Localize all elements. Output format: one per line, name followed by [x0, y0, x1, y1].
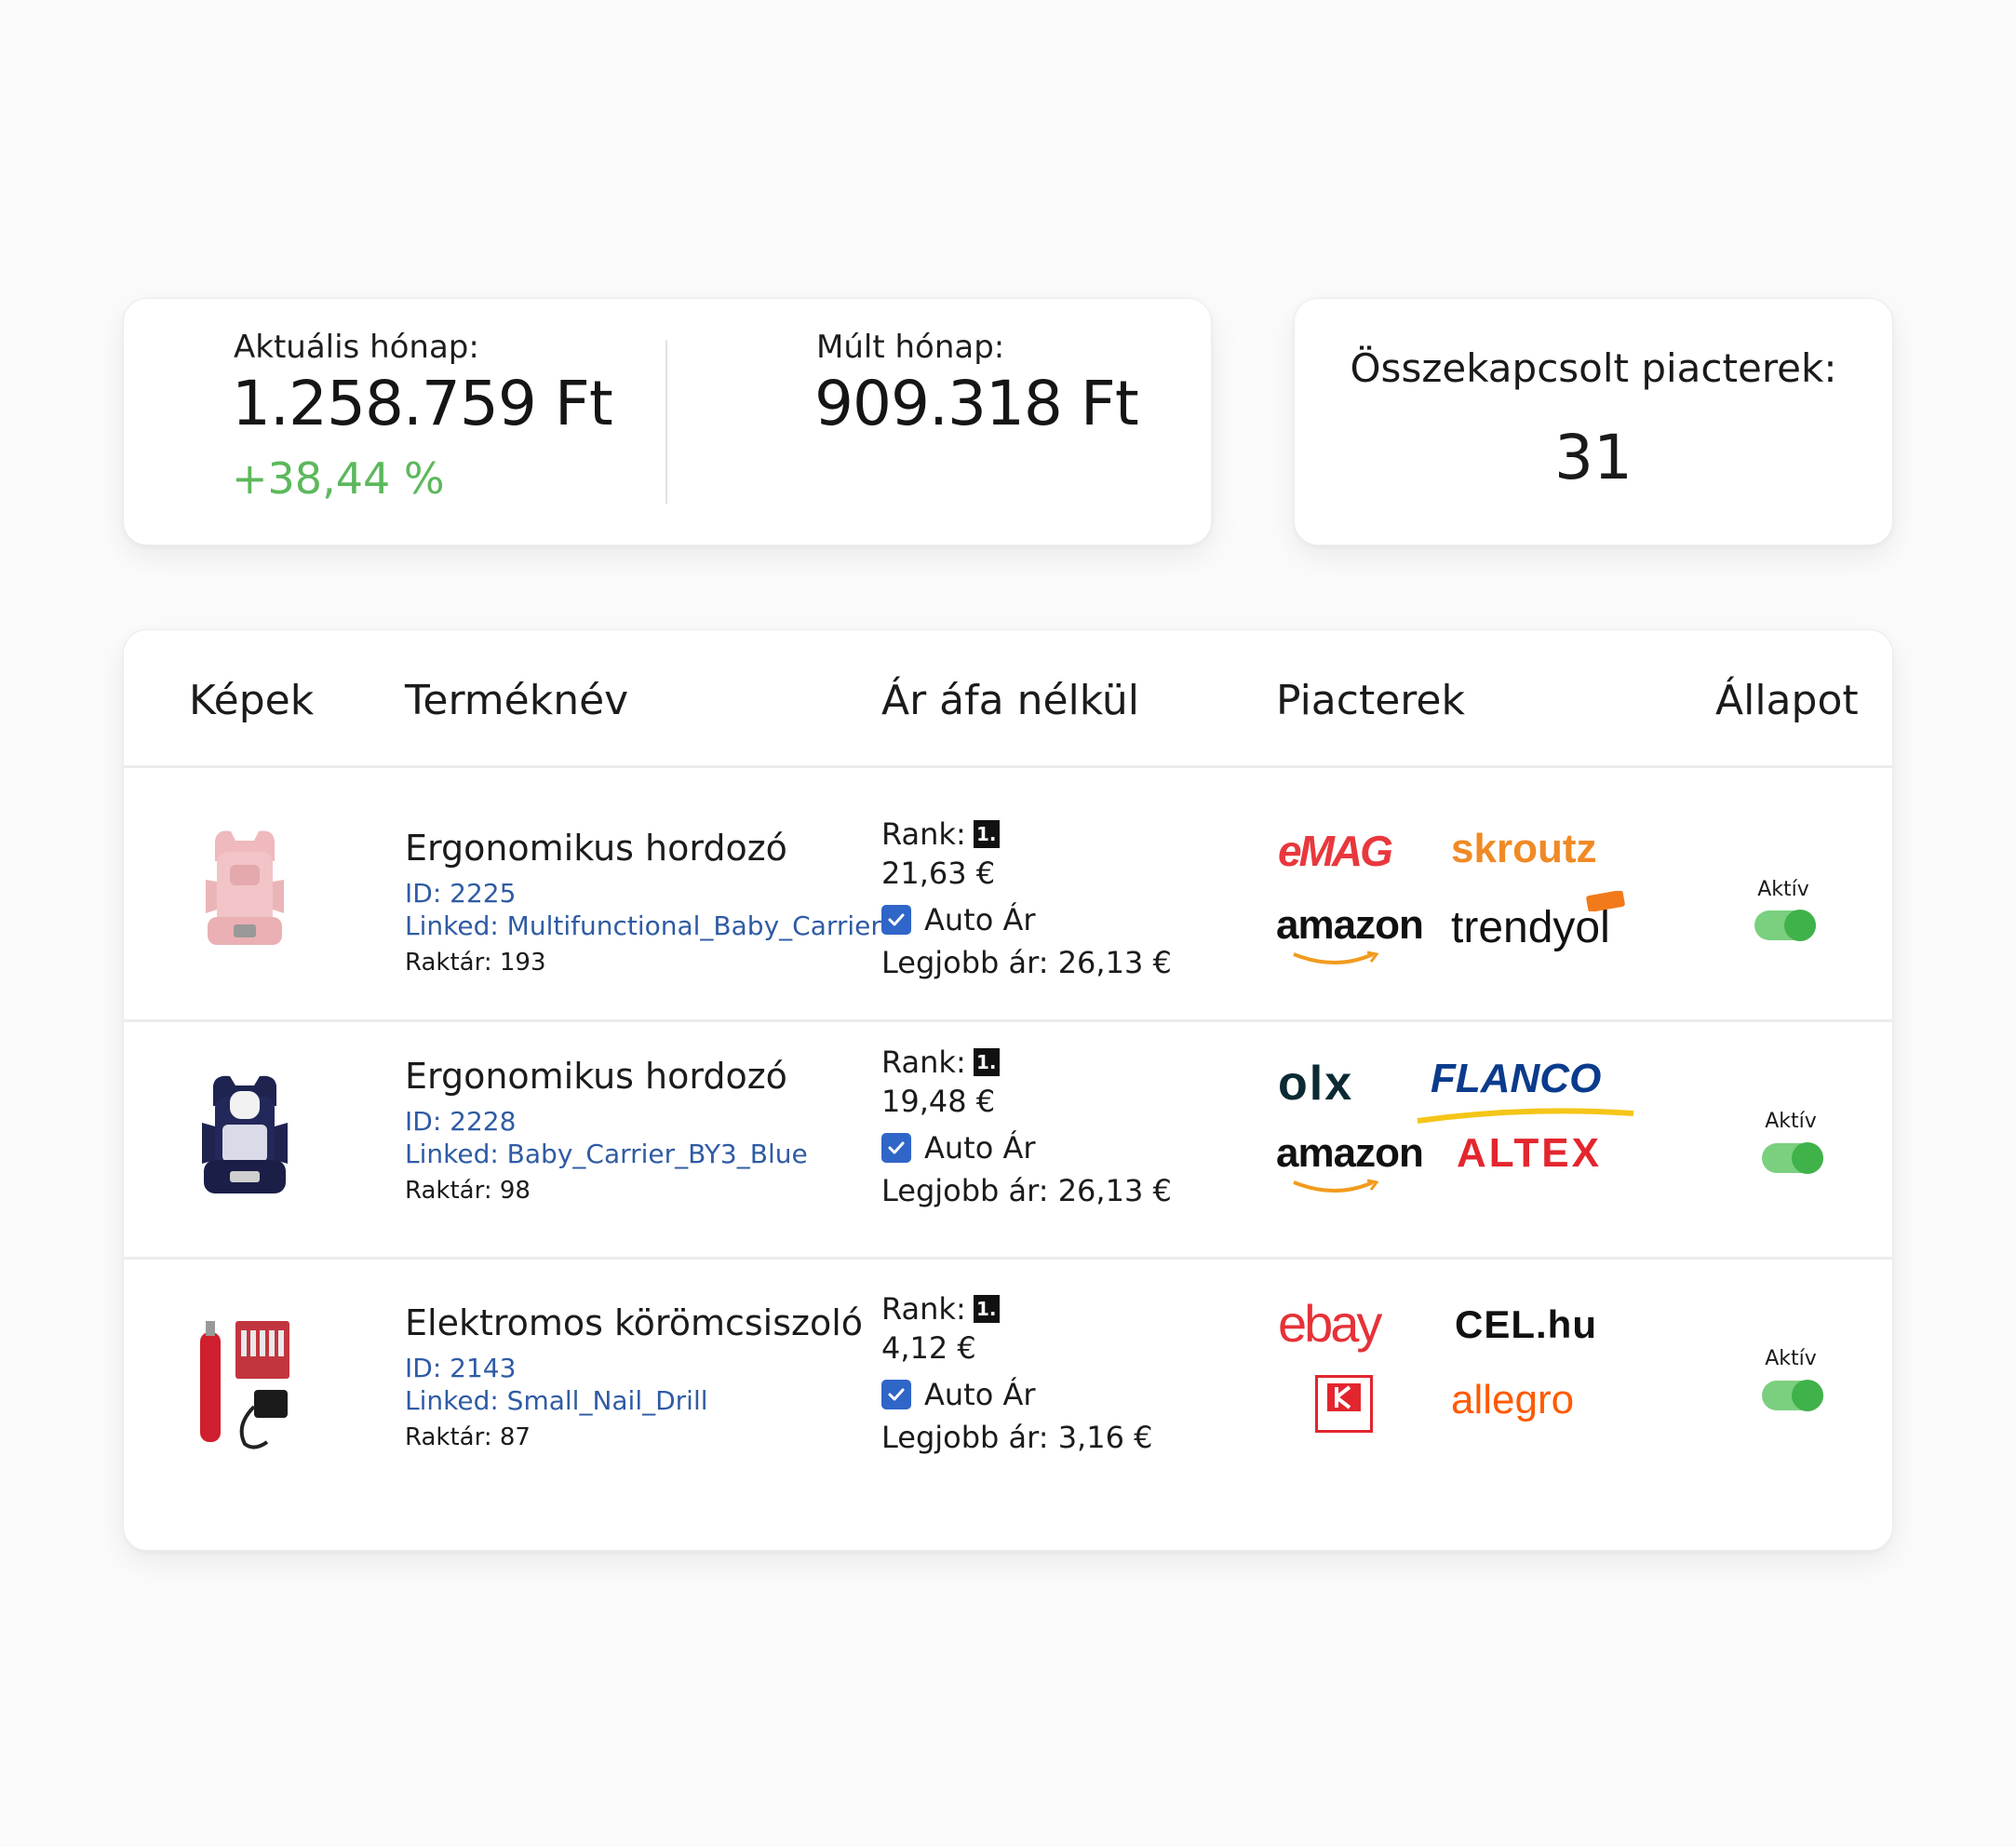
ebay-logo: ebay — [1278, 1294, 1382, 1353]
amazon-logo: amazon — [1276, 1130, 1424, 1176]
auto-price-checkbox[interactable] — [881, 1133, 911, 1163]
rank-badge: 1. — [973, 1295, 1000, 1323]
check-icon — [888, 1388, 905, 1401]
header-status[interactable]: Állapot — [1715, 677, 1859, 724]
status-toggle[interactable] — [1762, 1142, 1823, 1174]
rank-label: Rank: — [881, 1045, 966, 1080]
emag-logo: eMAG — [1278, 827, 1393, 875]
connected-marketplaces-count: 31 — [1554, 422, 1633, 493]
auto-price-checkbox[interactable] — [881, 1380, 911, 1409]
header-images[interactable]: Képek — [189, 677, 314, 724]
auto-price-label: Auto Ár — [924, 1130, 1036, 1166]
revenue-stats-card: Aktuális hónap: 1.258.759 Ft +38,44 % Mú… — [123, 298, 1212, 546]
product-price: 4,12 € — [881, 1330, 976, 1366]
product-stock: Raktár: 193 — [405, 949, 546, 977]
trendyol-tag-icon — [1586, 891, 1625, 911]
product-table: Képek Terméknév Ár áfa nélkül Piacterek … — [123, 629, 1893, 1551]
kaufland-logo — [1315, 1375, 1373, 1433]
status-label: Aktív — [1757, 878, 1809, 901]
amazon-logo: amazon — [1276, 902, 1424, 948]
product-name[interactable]: Elektromos körömcsiszoló — [405, 1302, 863, 1343]
rank-badge: 1. — [973, 820, 1000, 848]
current-month-value: 1.258.759 Ft — [232, 368, 613, 439]
red-nail-drill-image — [200, 1321, 289, 1449]
revenue-change: +38,44 % — [232, 453, 445, 504]
status-label: Aktív — [1765, 1110, 1817, 1133]
pink-baby-carrier-image — [206, 830, 284, 945]
navy-baby-carrier-image — [202, 1075, 288, 1193]
auto-price-label: Auto Ár — [924, 902, 1036, 937]
table-row[interactable]: Ergonomikus hordozó ID: 2228 Linked: Bab… — [124, 1022, 1892, 1257]
product-price: 21,63 € — [881, 856, 996, 891]
connected-marketplaces-label: Összekapcsolt piacterek: — [1350, 345, 1837, 391]
product-id: ID: 2143 — [405, 1353, 517, 1383]
rank-line: Rank: 1. — [881, 816, 1000, 852]
cel-logo: CEL.hu — [1455, 1302, 1597, 1346]
header-product-name[interactable]: Terméknév — [405, 677, 628, 724]
table-row[interactable]: Ergonomikus hordozó ID: 2225 Linked: Mul… — [124, 768, 1892, 1019]
status-label: Aktív — [1765, 1347, 1817, 1370]
kaufland-mark-icon — [1327, 1383, 1361, 1411]
header-price-net[interactable]: Ár áfa nélkül — [881, 677, 1139, 724]
auto-price-label: Auto Ár — [924, 1377, 1036, 1412]
toggle-knob — [1792, 1380, 1823, 1411]
table-row[interactable]: Elektromos körömcsiszoló ID: 2143 Linked… — [124, 1260, 1892, 1539]
rank-line: Rank: 1. — [881, 1291, 1000, 1327]
altex-logo: ALTEX — [1457, 1130, 1602, 1176]
allegro-logo: allegro — [1451, 1377, 1575, 1422]
check-icon — [888, 1141, 905, 1154]
product-stock: Raktár: 87 — [405, 1423, 531, 1451]
best-price: Legjobb ár: 26,13 € — [881, 945, 1172, 980]
current-month-label: Aktuális hónap: — [234, 329, 479, 366]
amazon-smile-icon — [1293, 1179, 1379, 1193]
flanco-logo: FLANCO — [1431, 1056, 1602, 1101]
previous-month-label: Múlt hónap: — [816, 329, 1005, 366]
product-linked[interactable]: Linked: Multifunctional_Baby_Carrier — [405, 910, 881, 941]
previous-month-value: 909.318 Ft — [814, 368, 1139, 439]
auto-price-toggle[interactable]: Auto Ár — [881, 1130, 1036, 1166]
stats-divider — [665, 340, 667, 504]
rank-badge: 1. — [973, 1048, 1000, 1076]
best-price: Legjobb ár: 3,16 € — [881, 1420, 1153, 1455]
toggle-knob — [1792, 1142, 1823, 1174]
rank-label: Rank: — [881, 816, 966, 852]
rank-label: Rank: — [881, 1291, 966, 1327]
auto-price-toggle[interactable]: Auto Ár — [881, 1377, 1036, 1412]
status-toggle[interactable] — [1754, 910, 1816, 941]
product-linked[interactable]: Linked: Baby_Carrier_BY3_Blue — [405, 1139, 808, 1169]
product-name[interactable]: Ergonomikus hordozó — [405, 1056, 787, 1097]
product-price: 19,48 € — [881, 1084, 996, 1119]
olx-logo: olx — [1278, 1057, 1354, 1111]
flanco-swoosh-icon — [1417, 1108, 1634, 1124]
rank-line: Rank: 1. — [881, 1045, 1000, 1080]
toggle-knob — [1784, 910, 1816, 941]
product-stock: Raktár: 98 — [405, 1177, 531, 1205]
product-linked[interactable]: Linked: Small_Nail_Drill — [405, 1385, 708, 1416]
skroutz-logo: skroutz — [1451, 826, 1597, 871]
auto-price-toggle[interactable]: Auto Ár — [881, 902, 1036, 937]
check-icon — [888, 913, 905, 926]
product-name[interactable]: Ergonomikus hordozó — [405, 828, 787, 869]
amazon-smile-icon — [1293, 950, 1379, 964]
product-id: ID: 2225 — [405, 878, 517, 909]
connected-marketplaces-card: Összekapcsolt piacterek: 31 — [1294, 298, 1893, 546]
auto-price-checkbox[interactable] — [881, 905, 911, 935]
product-id: ID: 2228 — [405, 1106, 517, 1137]
header-marketplaces[interactable]: Piacterek — [1276, 677, 1465, 724]
status-toggle[interactable] — [1762, 1380, 1823, 1411]
best-price: Legjobb ár: 26,13 € — [881, 1173, 1172, 1208]
